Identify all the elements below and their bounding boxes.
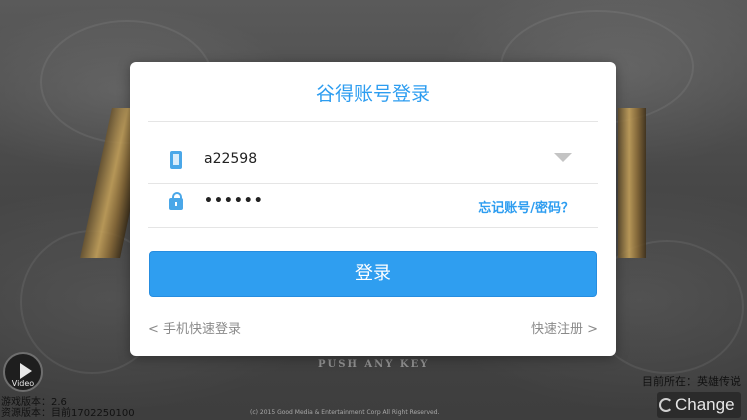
video-button[interactable]: Video [3,352,43,392]
account-input[interactable]: a22598 [204,151,257,167]
divider [148,227,598,228]
copyright-text: (c) 2015 Good Media & Entertainment Corp… [250,409,440,416]
quick-register-link[interactable]: 快速注册 > [531,318,598,337]
play-icon [20,363,32,379]
change-label: Change [675,395,735,414]
swap-icon [659,398,673,412]
resource-version-text: 资源版本：目前1702250100 [1,408,135,419]
dialog-title: 谷得账号登录 [315,83,430,105]
game-version-text: 游戏版本：2.6 [1,397,67,408]
lock-icon [169,192,183,210]
divider [148,121,598,122]
change-server-button[interactable]: Change [657,392,741,418]
video-label: Video [11,379,35,388]
title-logo-letter-right [618,108,646,258]
phone-icon [170,151,182,169]
login-button[interactable]: 登录 [149,251,597,297]
forgot-password-link[interactable]: 忘记账号/密码？ [478,197,574,216]
phone-quick-login-link[interactable]: < 手机快速登录 [148,318,241,337]
password-field[interactable]: •••••• 忘记账号/密码？ [148,183,598,227]
push-any-key-text: PUSH ANY KEY [318,359,430,370]
password-input[interactable]: •••••• [204,193,264,209]
account-field[interactable]: a22598 [148,138,598,182]
current-region-text: 目前所在：英雄传说 [642,375,741,388]
dropdown-arrow-icon[interactable] [554,153,572,162]
login-dialog: 谷得账号登录 a22598 •••••• 忘记账号/密码？ 登录 < 手机快速登… [130,62,616,356]
